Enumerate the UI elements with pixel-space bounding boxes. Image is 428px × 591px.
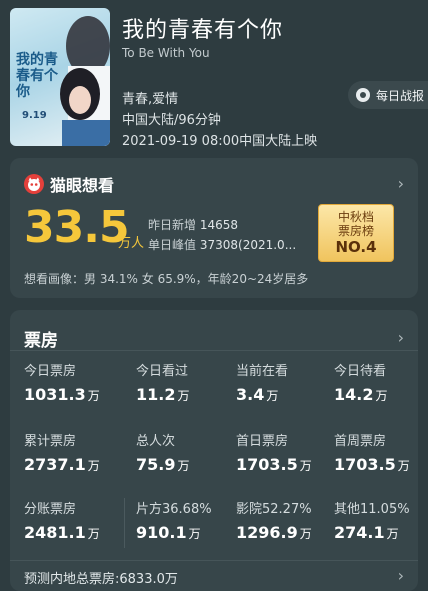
stat-split-box-office: 分账票房 2481.1 万 [24, 498, 100, 542]
stat-unit: 万 [386, 527, 399, 541]
box-office-card[interactable]: 票房 › 今日票房 1031.3 万 今日看过 11.2 万 当前在看 3.4 万 今… [10, 310, 418, 591]
stat-value: 1703.5 万 [334, 455, 410, 474]
record-icon [356, 88, 370, 102]
movie-region-duration: 中国大陆/96分钟 [122, 113, 221, 128]
stat-label: 其他11.05% [334, 502, 410, 517]
stat-label: 总人次 [136, 434, 176, 449]
stat-value: 75.9 万 [136, 455, 190, 474]
rank-badge-line1: 中秋档 [337, 210, 374, 224]
stat-label: 片方36.68% [136, 502, 212, 517]
maoyan-header: 猫眼想看 [24, 172, 114, 196]
stat-value: 274.1 万 [334, 523, 410, 542]
want-to-see-card[interactable]: 猫眼想看 › 33.5 万人 昨日新增 14658 单日峰值 37308(202… [10, 158, 418, 298]
stat-value: 1703.5 万 [236, 455, 312, 474]
stat-label: 当前在看 [236, 364, 289, 379]
daily-peak-stat: 单日峰值 37308(2021.0... [148, 236, 296, 253]
stat-unit: 万 [87, 389, 100, 403]
stat-today-watched: 今日看过 11.2 万 [136, 360, 190, 404]
stat-value: 910.1 万 [136, 523, 212, 542]
stat-value: 2481.1 万 [24, 523, 100, 542]
audience-portrait: 想看画像：男 34.1% 女 65.9%，年龄20~24岁居多 [24, 272, 309, 286]
stat-number: 11.2 [136, 385, 176, 404]
divider [10, 350, 418, 351]
stat-number: 1031.3 [24, 385, 86, 404]
poster-title-text: 我的青春有个你 [16, 52, 58, 100]
stat-unit: 万 [177, 389, 190, 403]
forecast-total-box-office[interactable]: 预测内地总票房:6833.0万 [24, 568, 178, 587]
stat-label: 今日看过 [136, 364, 189, 379]
stat-unit: 万 [397, 459, 410, 473]
stat-unit: 万 [188, 527, 201, 541]
stat-first-day-box-office: 首日票房 1703.5 万 [236, 430, 312, 474]
poster-date-text: 9.19 [22, 110, 47, 121]
stat-number: 3.4 [236, 385, 265, 404]
movie-release-date: 2021-09-19 08:00中国大陆上映 [122, 134, 318, 149]
chevron-right-icon[interactable]: › [398, 566, 404, 585]
chevron-right-icon[interactable]: › [398, 174, 404, 193]
stat-number: 2737.1 [24, 455, 86, 474]
stat-label: 累计票房 [24, 434, 77, 449]
stat-value: 11.2 万 [136, 385, 190, 404]
stat-value: 1296.9 万 [236, 523, 312, 542]
stat-now-watching: 当前在看 3.4 万 [236, 360, 288, 404]
split-separator [124, 498, 125, 548]
stat-number: 2481.1 [24, 523, 86, 542]
stat-number: 274.1 [334, 523, 385, 542]
rank-badge[interactable]: 中秋档 票房榜 NO.4 [318, 204, 394, 262]
rank-badge-line2: 票房榜 [337, 224, 374, 238]
stat-number: 14.2 [334, 385, 374, 404]
stat-producer-share: 片方36.68% 910.1 万 [136, 498, 212, 542]
stat-unit: 万 [375, 389, 388, 403]
stat-value: 3.4 万 [236, 385, 288, 404]
maoyan-label: 猫眼想看 [50, 176, 115, 195]
stat-value: 14.2 万 [334, 385, 388, 404]
stat-unit: 万 [177, 459, 190, 473]
box-office-title: 票房 [24, 331, 58, 351]
stat-number: 75.9 [136, 455, 176, 474]
want-unit: 万人 [118, 236, 145, 251]
divider [10, 560, 418, 561]
rank-badge-number: NO.4 [335, 238, 377, 256]
stat-total-box-office: 累计票房 2737.1 万 [24, 430, 100, 474]
stat-today-to-watch: 今日待看 14.2 万 [334, 360, 388, 404]
stat-first-week-box-office: 首周票房 1703.5 万 [334, 430, 410, 474]
stat-unit: 万 [266, 389, 279, 403]
movie-genre: 青春,爱情 [122, 92, 179, 107]
daily-report-label: 每日战报 [376, 88, 425, 103]
stat-other-share: 其他11.05% 274.1 万 [334, 498, 410, 542]
want-count: 33.5 [24, 202, 130, 253]
movie-poster[interactable]: 我的青春有个你 9.19 [10, 8, 110, 146]
yesterday-new-value: 14658 [199, 218, 239, 232]
stat-total-attendance: 总人次 75.9 万 [136, 430, 190, 474]
stat-unit: 万 [87, 527, 100, 541]
stat-label: 今日票房 [24, 364, 77, 379]
daily-peak-value: 37308(2021.0... [199, 238, 297, 252]
yesterday-new-stat: 昨日新增 14658 [148, 216, 238, 233]
maoyan-cat-icon [24, 174, 44, 194]
movie-title: 我的青春有个你 [122, 18, 284, 43]
stat-value: 2737.1 万 [24, 455, 100, 474]
movie-header: 我的青春有个你 9.19 我的青春有个你 To Be With You 青春,爱… [0, 0, 428, 150]
stat-today-box-office: 今日票房 1031.3 万 [24, 360, 100, 404]
daily-peak-label: 单日峰值 [148, 238, 197, 252]
stat-unit: 万 [87, 459, 100, 473]
stat-cinema-share: 影院52.27% 1296.9 万 [236, 498, 312, 542]
stat-number: 1703.5 [334, 455, 396, 474]
stat-label: 首周票房 [334, 434, 387, 449]
stat-number: 1703.5 [236, 455, 298, 474]
stat-label: 首日票房 [236, 434, 289, 449]
daily-report-button[interactable]: 每日战报 [348, 81, 428, 109]
stat-number: 1296.9 [236, 523, 298, 542]
stat-unit: 万 [299, 459, 312, 473]
stat-label: 影院52.27% [236, 502, 312, 517]
stat-label: 分账票房 [24, 502, 77, 517]
yesterday-new-label: 昨日新增 [148, 218, 197, 232]
stat-unit: 万 [299, 527, 312, 541]
movie-english-title: To Be With You [122, 46, 210, 60]
stat-label: 今日待看 [334, 364, 387, 379]
stat-number: 910.1 [136, 523, 187, 542]
chevron-right-icon[interactable]: › [398, 328, 404, 347]
stat-value: 1031.3 万 [24, 385, 100, 404]
